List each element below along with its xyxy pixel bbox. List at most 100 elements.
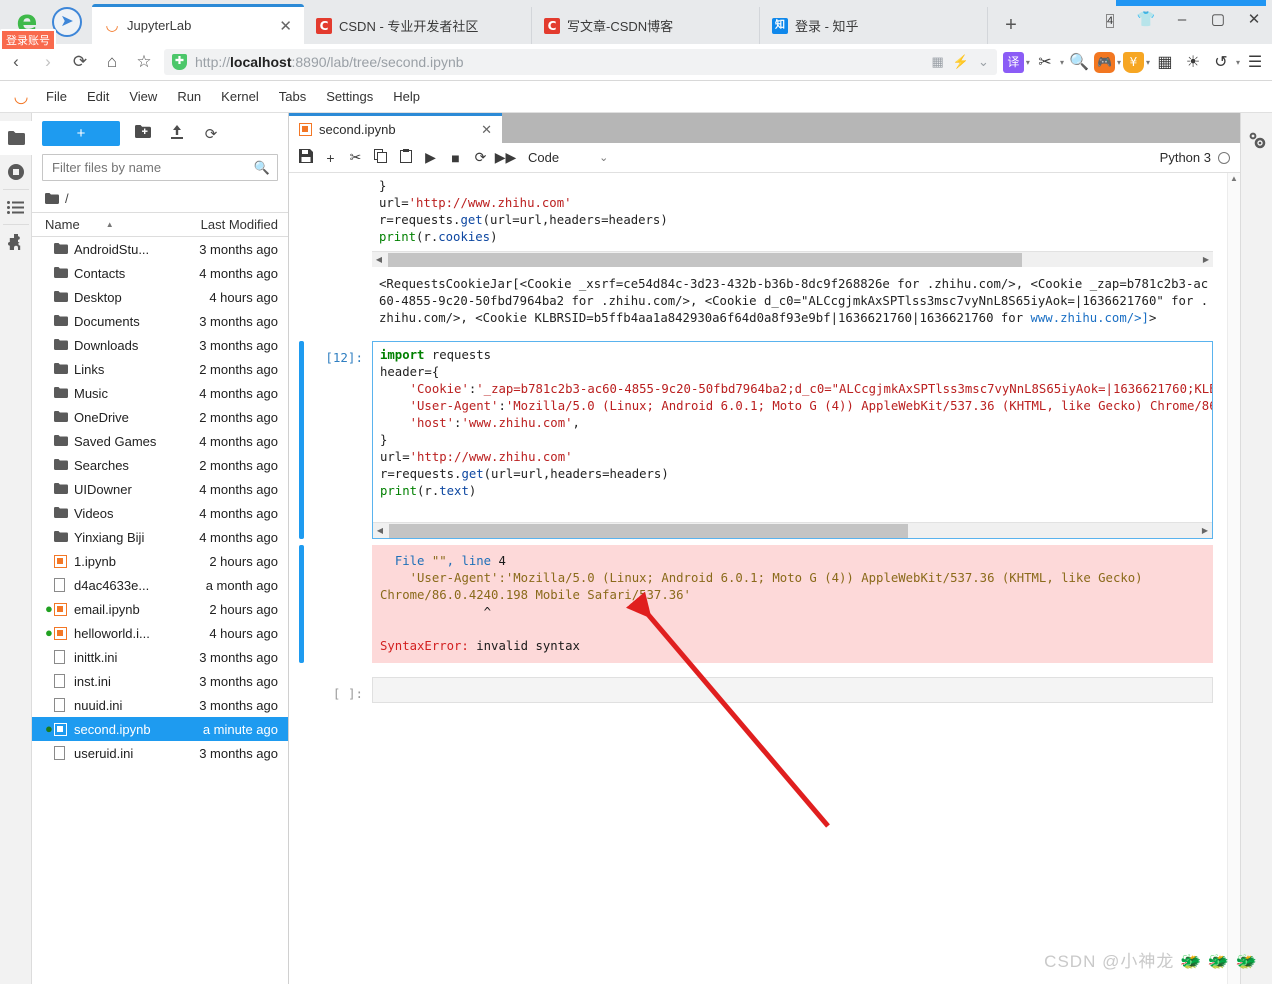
paste-icon[interactable] xyxy=(393,149,418,166)
qr-icon[interactable]: ▦ xyxy=(932,54,944,70)
file-filter-box[interactable]: 🔍 xyxy=(42,154,278,181)
chevron-down-icon[interactable]: ⌄ xyxy=(978,54,989,70)
sidebar-item-running-terminals[interactable] xyxy=(0,155,32,189)
notebook-vertical-scrollbar[interactable]: ▲ xyxy=(1227,173,1240,984)
run-icon[interactable]: ▶ xyxy=(418,149,443,166)
scroll-left-arrow-icon[interactable]: ◀ xyxy=(372,255,386,264)
browser-tab-jupyterlab[interactable]: ◡ JupyterLab ✕ xyxy=(92,4,304,44)
close-window-button[interactable]: ✕ xyxy=(1236,5,1272,35)
notebook-tab-second-ipynb[interactable]: second.ipynb ✕ xyxy=(289,113,502,143)
scroll-up-arrow-icon[interactable]: ▲ xyxy=(1228,173,1240,185)
file-list-item[interactable]: Music 4 months ago xyxy=(32,381,288,405)
reload-icon[interactable]: ⟳ xyxy=(64,47,96,77)
column-header-last-modified[interactable]: Last Modified xyxy=(173,217,288,232)
breadcrumb-root[interactable]: / xyxy=(65,191,69,206)
scrollbar-track[interactable] xyxy=(387,523,1198,538)
menu-file[interactable]: File xyxy=(36,85,77,108)
file-list-item[interactable]: Downloads 3 months ago xyxy=(32,333,288,357)
scrollbar-thumb[interactable] xyxy=(388,252,1023,267)
scrollbar-track[interactable] xyxy=(386,252,1199,267)
file-list-item[interactable]: inst.ini 3 months ago xyxy=(32,669,288,693)
file-list-item[interactable]: UIDowner 4 months ago xyxy=(32,477,288,501)
scrollbar-thumb[interactable] xyxy=(389,523,909,538)
maximize-button[interactable]: ▢ xyxy=(1200,5,1236,35)
menu-settings[interactable]: Settings xyxy=(316,85,383,108)
notebook-cell[interactable]: [12]: import requests header={ 'Cookie':'… xyxy=(289,341,1227,539)
filter-files-input[interactable] xyxy=(50,159,254,176)
search-icon[interactable]: 🔍 xyxy=(254,160,270,176)
search-button[interactable]: 🔍 xyxy=(1066,52,1092,72)
menu-tabs[interactable]: Tabs xyxy=(269,85,316,108)
paper-plane-icon[interactable]: ➤ xyxy=(52,7,82,37)
home-icon[interactable]: ⌂ xyxy=(96,47,128,77)
horizontal-scrollbar[interactable]: ◀ ▶ xyxy=(373,522,1212,538)
file-list-item[interactable]: ● helloworld.i... 4 hours ago xyxy=(32,621,288,645)
favorite-star-icon[interactable]: ☆ xyxy=(128,47,160,77)
close-icon[interactable]: ✕ xyxy=(271,17,292,35)
insert-cell-icon[interactable]: + xyxy=(318,150,343,166)
file-list-item[interactable]: inittk.ini 3 months ago xyxy=(32,645,288,669)
copy-icon[interactable] xyxy=(368,149,393,166)
sidebar-item-table-of-contents[interactable] xyxy=(0,190,32,224)
horizontal-scrollbar[interactable]: ◀ ▶ xyxy=(372,251,1213,267)
minimize-button[interactable]: – xyxy=(1164,5,1200,35)
refresh-icon[interactable]: ⟳ xyxy=(200,125,222,143)
file-list-item[interactable]: Documents 3 months ago xyxy=(32,309,288,333)
window-count-badge[interactable]: 4 xyxy=(1092,5,1128,35)
notebook-cell[interactable]: <RequestsCookieJar[<Cookie _xsrf=ce54d84… xyxy=(289,273,1227,329)
stop-icon[interactable]: ■ xyxy=(443,150,468,166)
file-list-item[interactable]: Saved Games 4 months ago xyxy=(32,429,288,453)
file-list-item[interactable]: AndroidStu... 3 months ago xyxy=(32,237,288,261)
file-list-item[interactable]: Yinxiang Biji 4 months ago xyxy=(32,525,288,549)
new-launcher-button[interactable]: + xyxy=(42,121,120,146)
file-list-item[interactable]: 1.ipynb 2 hours ago xyxy=(32,549,288,573)
file-list-item[interactable]: ● second.ipynb a minute ago xyxy=(32,717,288,741)
save-icon[interactable] xyxy=(293,149,318,166)
apps-grid-button[interactable]: ▦ xyxy=(1152,52,1178,72)
code-input-area[interactable]: import requests header={ 'Cookie':'_zap=… xyxy=(372,341,1213,539)
file-list-item[interactable]: useruid.ini 3 months ago xyxy=(32,741,288,765)
file-list-item[interactable]: Contacts 4 months ago xyxy=(32,261,288,285)
file-list-item[interactable]: nuuid.ini 3 months ago xyxy=(32,693,288,717)
code-input-area[interactable]: } url='http://www.zhihu.com' r=requests.… xyxy=(372,173,1213,267)
notebook-cell[interactable]: File "", line 4 'User-Agent':'Mozilla/5.… xyxy=(289,545,1227,663)
breadcrumb[interactable]: / xyxy=(32,189,288,212)
restart-and-run-all-icon[interactable]: ▶▶ xyxy=(493,149,518,166)
notebook-cell[interactable]: [ ]: xyxy=(289,677,1227,703)
menu-run[interactable]: Run xyxy=(167,85,211,108)
sidebar-item-file-browser[interactable] xyxy=(0,121,32,155)
browser-tab-csdn-blog[interactable]: C 写文章-CSDN博客 xyxy=(532,7,760,44)
close-icon[interactable]: ✕ xyxy=(481,122,492,138)
new-folder-icon[interactable] xyxy=(132,125,154,142)
file-list-item[interactable]: Links 2 months ago xyxy=(32,357,288,381)
sidebar-item-property-inspector[interactable] xyxy=(1241,123,1272,157)
cell-type-select[interactable]: Code ⌄ xyxy=(528,150,608,165)
screenshot-button[interactable]: ✂ ▾ xyxy=(1032,52,1064,72)
file-list-item[interactable]: Desktop 4 hours ago xyxy=(32,285,288,309)
column-header-name[interactable]: Name ▲ xyxy=(32,217,173,232)
scroll-left-arrow-icon[interactable]: ◀ xyxy=(373,526,387,535)
file-list-item[interactable]: d4ac4633e... a month ago xyxy=(32,573,288,597)
file-list-item[interactable]: ● email.ipynb 2 hours ago xyxy=(32,597,288,621)
menu-edit[interactable]: Edit xyxy=(77,85,119,108)
code-editor-text[interactable]: } url='http://www.zhihu.com' r=requests.… xyxy=(372,173,1213,251)
sidebar-item-extension-manager[interactable] xyxy=(0,225,32,259)
empty-code-cell-input[interactable] xyxy=(372,677,1213,703)
upload-icon[interactable] xyxy=(166,124,188,143)
menu-help[interactable]: Help xyxy=(383,85,430,108)
code-editor-text[interactable]: import requests header={ 'Cookie':'_zap=… xyxy=(373,342,1212,522)
scroll-right-arrow-icon[interactable]: ▶ xyxy=(1198,526,1212,535)
browser-tab-csdn-community[interactable]: C CSDN - 专业开发者社区 xyxy=(304,7,532,44)
translate-extension-button[interactable]: 译 ▾ xyxy=(1002,51,1030,73)
coupon-button[interactable]: ¥ ▾ xyxy=(1122,51,1150,73)
back-icon[interactable]: ‹ xyxy=(0,47,32,77)
menu-kernel[interactable]: Kernel xyxy=(211,85,269,108)
brightness-button[interactable]: ☀ xyxy=(1180,52,1206,72)
file-list-item[interactable]: Videos 4 months ago xyxy=(32,501,288,525)
lightning-icon[interactable]: ⚡ xyxy=(953,54,969,70)
login-account-badge[interactable]: 登录账号 xyxy=(0,29,56,51)
cut-icon[interactable]: ✂ xyxy=(343,149,368,166)
scroll-right-arrow-icon[interactable]: ▶ xyxy=(1199,255,1213,264)
file-list-item[interactable]: OneDrive 2 months ago xyxy=(32,405,288,429)
restart-kernel-icon[interactable]: ⟳ xyxy=(468,149,493,166)
